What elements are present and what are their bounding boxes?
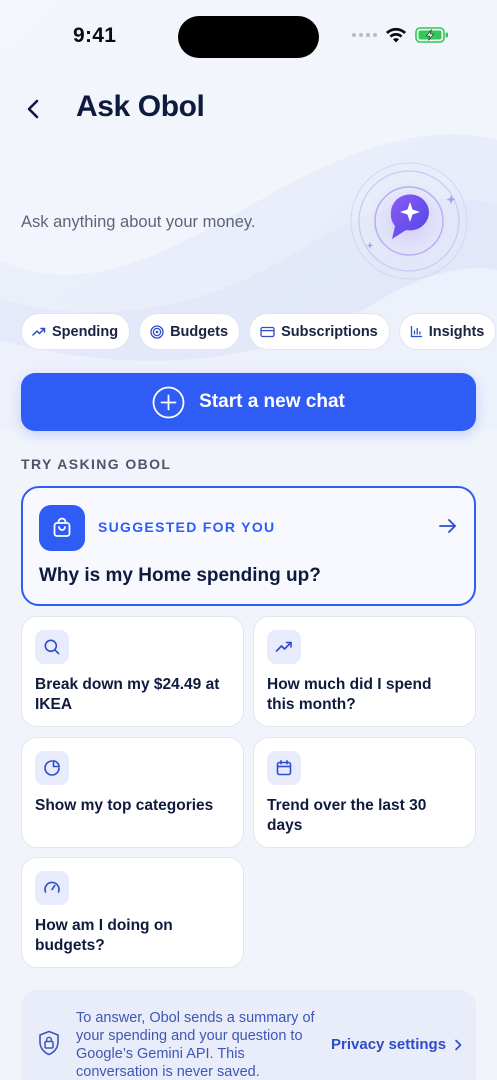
credit-card-icon bbox=[260, 326, 275, 337]
back-button[interactable] bbox=[18, 92, 48, 126]
chevron-left-icon bbox=[27, 99, 39, 119]
start-new-chat-button[interactable]: Start a new chat bbox=[21, 373, 476, 431]
start-new-chat-label: Start a new chat bbox=[199, 391, 345, 412]
section-heading: TRY ASKING OBOL bbox=[21, 456, 172, 472]
chip-insights[interactable]: Insights bbox=[398, 313, 497, 350]
chip-spending[interactable]: Spending bbox=[21, 313, 131, 350]
suggested-question: Why is my Home spending up? bbox=[39, 565, 321, 586]
ai-chat-sparkle-icon bbox=[350, 162, 468, 280]
gauge-icon bbox=[35, 871, 69, 905]
suggested-question-card[interactable]: SUGGESTED FOR YOU Why is my Home spendin… bbox=[21, 486, 476, 606]
chip-budgets[interactable]: Budgets bbox=[139, 313, 241, 350]
question-card-30-day-trend[interactable]: Trend over the last 30 days bbox=[253, 737, 476, 848]
calendar-icon bbox=[267, 751, 301, 785]
plus-circle-icon bbox=[152, 386, 185, 418]
question-text: Show my top categories bbox=[35, 797, 214, 814]
pie-chart-icon bbox=[35, 751, 69, 785]
privacy-settings-link[interactable]: Privacy settings bbox=[331, 1036, 462, 1053]
question-text: Break down my $24.49 at IKEA bbox=[35, 676, 220, 713]
status-icons bbox=[352, 26, 449, 44]
question-text: How am I doing on budgets? bbox=[35, 917, 173, 954]
chip-label: Subscriptions bbox=[281, 323, 378, 340]
chip-label: Budgets bbox=[170, 323, 229, 340]
privacy-notice: To answer, Obol sends a summary of your … bbox=[21, 990, 476, 1080]
trending-up-icon bbox=[32, 327, 46, 336]
page-title: Ask Obol bbox=[76, 90, 205, 123]
question-card-monthly-spend[interactable]: How much did I spend this month? bbox=[253, 616, 476, 727]
question-text: Trend over the last 30 days bbox=[267, 797, 427, 834]
status-time: 9:41 bbox=[73, 24, 117, 47]
signal-dots-icon bbox=[352, 33, 377, 37]
chip-subscriptions[interactable]: Subscriptions bbox=[249, 313, 390, 350]
chip-label: Spending bbox=[52, 323, 119, 340]
shopping-bag-icon bbox=[39, 505, 85, 551]
wifi-icon bbox=[386, 27, 406, 43]
suggested-label: SUGGESTED FOR YOU bbox=[98, 519, 276, 535]
dynamic-island bbox=[178, 16, 319, 58]
shield-lock-icon bbox=[39, 1030, 59, 1056]
page-subtitle: Ask anything about your money. bbox=[21, 213, 256, 231]
privacy-settings-label: Privacy settings bbox=[331, 1036, 447, 1053]
bar-chart-icon bbox=[410, 326, 422, 338]
arrow-right-icon bbox=[439, 519, 456, 533]
topic-chips: Spending Budgets Subscriptions Insights bbox=[21, 313, 497, 350]
target-icon bbox=[150, 324, 164, 339]
chip-label: Insights bbox=[428, 323, 485, 340]
question-card-top-categories[interactable]: Show my top categories bbox=[21, 737, 244, 848]
status-bar: 9:41 bbox=[0, 0, 497, 72]
question-text: How much did I spend this month? bbox=[267, 676, 432, 713]
chevron-right-icon bbox=[455, 1039, 462, 1050]
question-card-ikea[interactable]: Break down my $24.49 at IKEA bbox=[21, 616, 244, 727]
privacy-text: To answer, Obol sends a summary of your … bbox=[76, 1010, 315, 1080]
question-card-budgets[interactable]: How am I doing on budgets? bbox=[21, 857, 244, 968]
trending-up-icon bbox=[267, 630, 301, 664]
search-icon bbox=[35, 630, 69, 664]
battery-charging-icon bbox=[415, 27, 448, 43]
